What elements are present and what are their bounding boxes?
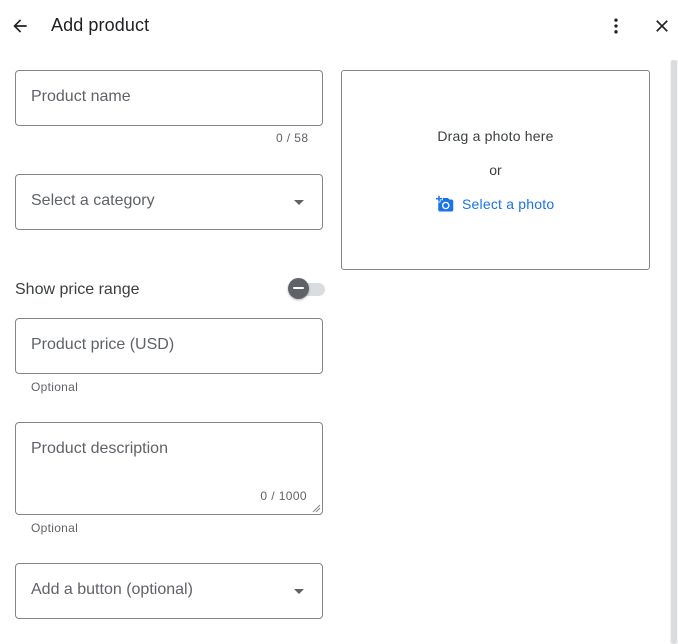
resize-handle-icon[interactable] bbox=[312, 504, 321, 513]
add-photo-icon bbox=[436, 195, 454, 213]
category-select[interactable]: Select a category bbox=[15, 174, 323, 230]
add-button-placeholder: Add a button (optional) bbox=[31, 581, 193, 598]
product-description-helper: Optional bbox=[31, 521, 79, 535]
photo-drop-zone[interactable]: Drag a photo here or Select a photo bbox=[341, 70, 650, 270]
photo-or-text: or bbox=[489, 162, 502, 178]
more-options-button[interactable] bbox=[602, 12, 630, 40]
select-photo-label: Select a photo bbox=[462, 196, 555, 212]
product-description-counter: 0 / 1000 bbox=[260, 489, 307, 503]
photo-drag-text: Drag a photo here bbox=[437, 128, 554, 144]
dialog-header: Add product bbox=[0, 0, 678, 52]
select-photo-button[interactable]: Select a photo bbox=[436, 195, 554, 213]
product-price-field[interactable]: Product price (USD) bbox=[15, 318, 323, 374]
product-name-field[interactable]: Product name bbox=[15, 70, 323, 126]
dropdown-arrow-icon bbox=[294, 200, 304, 205]
category-placeholder: Select a category bbox=[31, 192, 155, 209]
close-icon bbox=[656, 20, 668, 32]
scrollbar-thumb[interactable] bbox=[671, 60, 677, 644]
back-button[interactable] bbox=[6, 12, 34, 40]
close-button[interactable] bbox=[648, 12, 676, 40]
product-price-placeholder: Product price (USD) bbox=[31, 336, 175, 353]
product-name-placeholder: Product name bbox=[31, 88, 131, 105]
toggle-off-icon bbox=[288, 278, 309, 299]
price-range-toggle[interactable] bbox=[288, 278, 326, 300]
page-title: Add product bbox=[51, 15, 150, 35]
product-name-counter: 0 / 58 bbox=[276, 131, 309, 145]
price-range-label: Show price range bbox=[15, 281, 140, 298]
scrollbar[interactable] bbox=[670, 60, 678, 644]
dropdown-arrow-icon bbox=[294, 589, 304, 594]
product-description-placeholder: Product description bbox=[31, 440, 168, 457]
arrow-back-icon bbox=[13, 19, 27, 33]
product-description-field[interactable]: Product description 0 / 1000 bbox=[15, 422, 323, 515]
add-button-select[interactable]: Add a button (optional) bbox=[15, 563, 323, 619]
more-vert-icon bbox=[614, 18, 618, 34]
product-price-helper: Optional bbox=[31, 380, 79, 394]
